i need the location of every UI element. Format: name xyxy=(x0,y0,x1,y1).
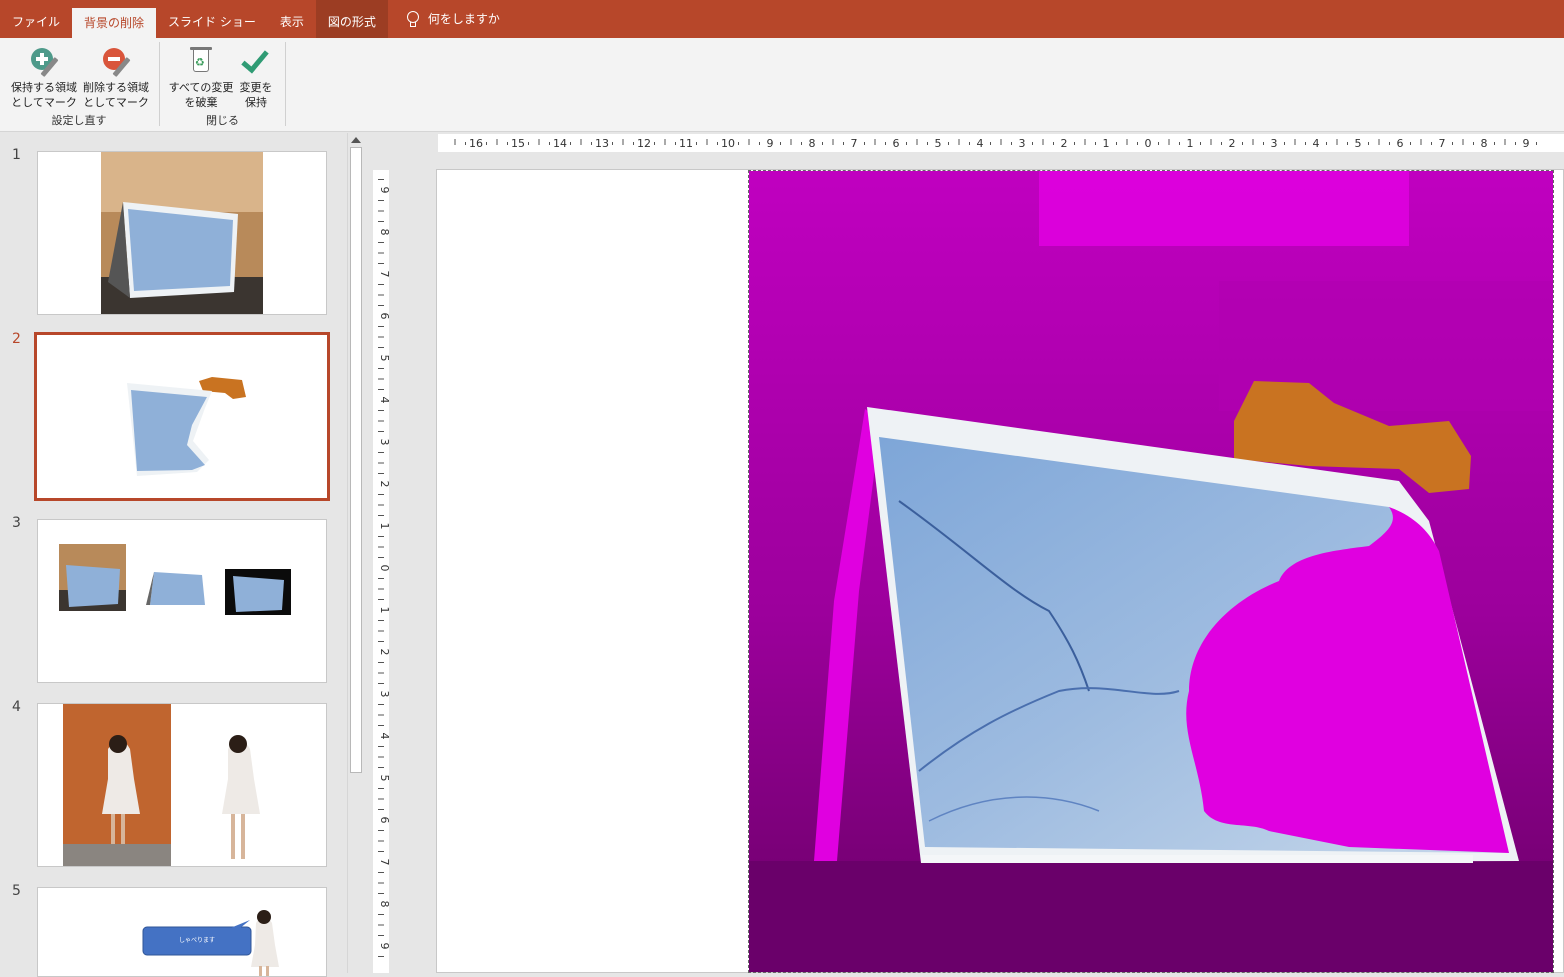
mark-areas-to-remove-button[interactable]: 削除する領域 としてマーク xyxy=(80,42,152,110)
ruler-label: 2 xyxy=(1229,137,1236,150)
callout-text: しゃべります xyxy=(178,937,215,944)
ruler-label: 9 xyxy=(378,943,389,950)
ruler-label: 15 xyxy=(511,137,525,150)
ruler-label: 8 xyxy=(378,901,389,908)
group-label-refine: 設定し直す xyxy=(51,114,107,127)
group-refine: 保持する領域 としてマーク 削除する領域 としてマーク 設定し直す xyxy=(0,38,158,132)
scroll-up-icon[interactable] xyxy=(351,137,361,143)
mark-keep-label-1: 保持する領域 xyxy=(11,81,77,94)
horizontal-ruler-ticks: 16 15 14 13 12 11 10 9 8 7 6 5 4 3 2 1 0 1 2 3 4 5 6 7 8 9 xyxy=(454,137,1537,150)
group-close: ♻ すべての変更 を破棄 変更を 保持 閉じる xyxy=(160,38,285,132)
ruler-label: 1 xyxy=(1187,137,1194,150)
ribbon-tab-bar: ファイル 背景の削除 スライド ショー 表示 図の形式 何をしますか xyxy=(0,0,1564,38)
ruler-label: 7 xyxy=(1439,137,1446,150)
mark-areas-to-keep-button[interactable]: 保持する領域 としてマーク xyxy=(8,42,80,110)
woman-photos-thumbnail xyxy=(63,704,260,866)
laptop-photo-thumbnail xyxy=(101,152,263,314)
ruler-label: 2 xyxy=(378,481,389,488)
discard-all-changes-button[interactable]: ♻ すべての変更 を破棄 xyxy=(166,42,236,110)
scrollbar-thumb[interactable] xyxy=(350,147,362,773)
slide-thumbnail-pane: 1 2 3 4 5 しゃべります xyxy=(0,133,364,977)
vertical-ruler-ticks: 9 8 7 6 5 4 3 2 1 0 1 2 3 4 5 6 7 8 9 xyxy=(378,179,391,957)
horizontal-ruler: 16 15 14 13 12 11 10 9 8 7 6 5 4 3 2 1 0 1 2 3 4 5 6 7 8 9 xyxy=(438,134,1564,152)
group-separator xyxy=(285,42,286,126)
ruler-label: 6 xyxy=(1397,137,1404,150)
tab-picture-format[interactable]: 図の形式 xyxy=(315,0,388,38)
ruler-label: 13 xyxy=(595,137,609,150)
ruler-label: 6 xyxy=(378,817,389,824)
slide-thumbnail-4[interactable] xyxy=(37,703,327,867)
slide-thumbnail-5[interactable]: しゃべります xyxy=(37,887,327,977)
ruler-label: 4 xyxy=(977,137,984,150)
three-laptops-thumbnail xyxy=(59,544,291,615)
ruler-label: 5 xyxy=(378,775,389,782)
vertical-ruler: 9 8 7 6 5 4 3 2 1 0 1 2 3 4 5 6 7 8 9 xyxy=(373,170,391,973)
tab-slide-show[interactable]: スライド ショー xyxy=(156,0,268,38)
discard-label-2: を破棄 xyxy=(184,96,218,109)
tab-background-removal[interactable]: 背景の削除 xyxy=(72,8,157,38)
ruler-label: 7 xyxy=(378,271,389,278)
ruler-label: 4 xyxy=(378,733,389,740)
ruler-label: 3 xyxy=(378,691,389,698)
checkmark-icon xyxy=(241,44,269,74)
ruler-label: 3 xyxy=(1019,137,1026,150)
ruler-label: 1 xyxy=(378,523,389,530)
ruler-label: 7 xyxy=(378,859,389,866)
ruler-label: 5 xyxy=(935,137,942,150)
mark-remove-label-2: としてマーク xyxy=(83,96,149,109)
slide-number: 3 xyxy=(12,515,21,531)
ribbon: 保持する領域 としてマーク 削除する領域 としてマーク 設定し直す ♻ すべての… xyxy=(0,38,1564,132)
slide-thumbnail-2[interactable] xyxy=(34,332,330,501)
recycle-icon: ♻ xyxy=(195,56,205,69)
lightbulb-icon xyxy=(406,11,419,27)
ruler-label: 6 xyxy=(378,313,389,320)
background-removal-image[interactable] xyxy=(748,170,1554,973)
keep-changes-button[interactable]: 変更を 保持 xyxy=(236,42,276,110)
slide-number: 4 xyxy=(12,699,21,715)
mark-keep-label-2: としてマーク xyxy=(11,96,77,109)
keep-label-2: 保持 xyxy=(245,96,267,109)
ruler-label: 9 xyxy=(378,187,389,194)
ruler-label: 4 xyxy=(378,397,389,404)
ruler-label: 2 xyxy=(378,649,389,656)
slide-number: 2 xyxy=(12,331,21,347)
ruler-label: 8 xyxy=(809,137,816,150)
ruler-label: 2 xyxy=(1061,137,1068,150)
slide-number: 1 xyxy=(12,147,21,163)
group-label-close: 閉じる xyxy=(206,114,239,127)
ruler-label: 0 xyxy=(378,565,389,572)
ruler-label: 8 xyxy=(1481,137,1488,150)
ruler-label: 9 xyxy=(767,137,774,150)
thumbnail-scrollbar[interactable] xyxy=(347,133,364,973)
ruler-label: 3 xyxy=(378,439,389,446)
ruler-label: 5 xyxy=(1355,137,1362,150)
ruler-label: 1 xyxy=(1103,137,1110,150)
slide-number: 5 xyxy=(12,883,21,899)
slide-thumbnail-3[interactable] xyxy=(37,519,327,683)
tab-view[interactable]: 表示 xyxy=(268,0,316,38)
tell-me-search[interactable]: 何をしますか xyxy=(388,0,512,38)
ruler-label: 7 xyxy=(851,137,858,150)
ruler-label: 14 xyxy=(553,137,567,150)
ruler-label: 8 xyxy=(378,229,389,236)
ruler-label: 10 xyxy=(721,137,735,150)
laptop-cutout-thumbnail xyxy=(127,377,246,476)
keep-label-1: 変更を xyxy=(239,81,273,94)
laptop-removal-preview xyxy=(749,171,1553,972)
ruler-label: 6 xyxy=(893,137,900,150)
ruler-label: 12 xyxy=(637,137,651,150)
ruler-label: 9 xyxy=(1523,137,1530,150)
slide-thumbnail-1[interactable] xyxy=(37,151,327,315)
mark-remove-label-1: 削除する領域 xyxy=(83,81,149,94)
tell-me-label: 何をしますか xyxy=(427,12,500,26)
ruler-label: 5 xyxy=(378,355,389,362)
discard-label-1: すべての変更 xyxy=(168,81,234,94)
ruler-label: 4 xyxy=(1313,137,1320,150)
ruler-label: 1 xyxy=(378,607,389,614)
ruler-label: 11 xyxy=(679,137,693,150)
ruler-label: 0 xyxy=(1145,137,1152,150)
ruler-label: 3 xyxy=(1271,137,1278,150)
tab-file[interactable]: ファイル xyxy=(0,0,72,38)
ruler-label: 16 xyxy=(469,137,483,150)
